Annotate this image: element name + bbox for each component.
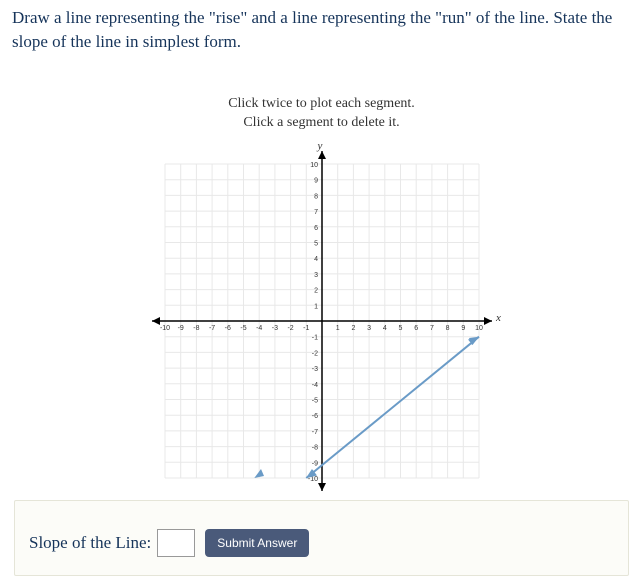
svg-text:-9: -9: [177, 325, 183, 332]
svg-text:-7: -7: [311, 429, 317, 436]
svg-text:5: 5: [314, 240, 318, 247]
plotted-line[interactable]: [254, 336, 479, 477]
svg-text:10: 10: [475, 325, 483, 332]
svg-text:5: 5: [398, 325, 402, 332]
question-text: Draw a line representing the "rise" and …: [0, 0, 643, 54]
svg-text:10: 10: [310, 162, 318, 169]
svg-text:2: 2: [351, 325, 355, 332]
svg-text:4: 4: [382, 325, 386, 332]
svg-text:-8: -8: [193, 325, 199, 332]
svg-text:8: 8: [314, 193, 318, 200]
svg-text:-4: -4: [256, 325, 262, 332]
svg-text:-6: -6: [224, 325, 230, 332]
svg-text:3: 3: [367, 325, 371, 332]
svg-text:-8: -8: [311, 444, 317, 451]
svg-text:-6: -6: [311, 413, 317, 420]
svg-text:9: 9: [314, 177, 318, 184]
svg-text:-10: -10: [159, 325, 169, 332]
y-tick-labels: 10 9 8 7 6 5 4 3 2 1 -1 -2 -3 -4 -5 -6 -…: [307, 162, 317, 483]
y-axis-label: y: [316, 141, 322, 152]
svg-text:6: 6: [414, 325, 418, 332]
svg-text:8: 8: [445, 325, 449, 332]
graph-svg[interactable]: x y -10 -9 -8 -7 -6 -5 -4 -3 -2 -1 1 2 3…: [142, 141, 502, 501]
svg-text:-5: -5: [240, 325, 246, 332]
svg-text:-3: -3: [271, 325, 277, 332]
coordinate-graph[interactable]: x y -10 -9 -8 -7 -6 -5 -4 -3 -2 -1 1 2 3…: [142, 141, 502, 501]
instruction-line-2: Click a segment to delete it.: [0, 113, 643, 133]
slope-label: Slope of the Line:: [29, 533, 151, 553]
svg-text:-2: -2: [287, 325, 293, 332]
svg-text:-1: -1: [303, 325, 309, 332]
submit-answer-button[interactable]: Submit Answer: [205, 529, 309, 557]
svg-text:-9: -9: [311, 460, 317, 467]
svg-text:-4: -4: [311, 382, 317, 389]
svg-text:2: 2: [314, 287, 318, 294]
svg-text:3: 3: [314, 272, 318, 279]
svg-text:1: 1: [314, 303, 318, 310]
svg-text:-1: -1: [311, 334, 317, 341]
svg-text:9: 9: [461, 325, 465, 332]
svg-text:1: 1: [335, 325, 339, 332]
svg-text:6: 6: [314, 225, 318, 232]
graph-instructions: Click twice to plot each segment. Click …: [0, 94, 643, 133]
svg-text:7: 7: [429, 325, 433, 332]
axes: [152, 151, 492, 491]
svg-text:-5: -5: [311, 397, 317, 404]
svg-text:-2: -2: [311, 350, 317, 357]
answer-panel: Slope of the Line: Submit Answer: [14, 500, 629, 576]
svg-text:-7: -7: [208, 325, 214, 332]
instruction-line-1: Click twice to plot each segment.: [0, 94, 643, 114]
slope-input[interactable]: [157, 529, 195, 557]
x-axis-label: x: [495, 312, 501, 324]
svg-text:4: 4: [314, 256, 318, 263]
svg-text:7: 7: [314, 209, 318, 216]
svg-text:-3: -3: [311, 366, 317, 373]
